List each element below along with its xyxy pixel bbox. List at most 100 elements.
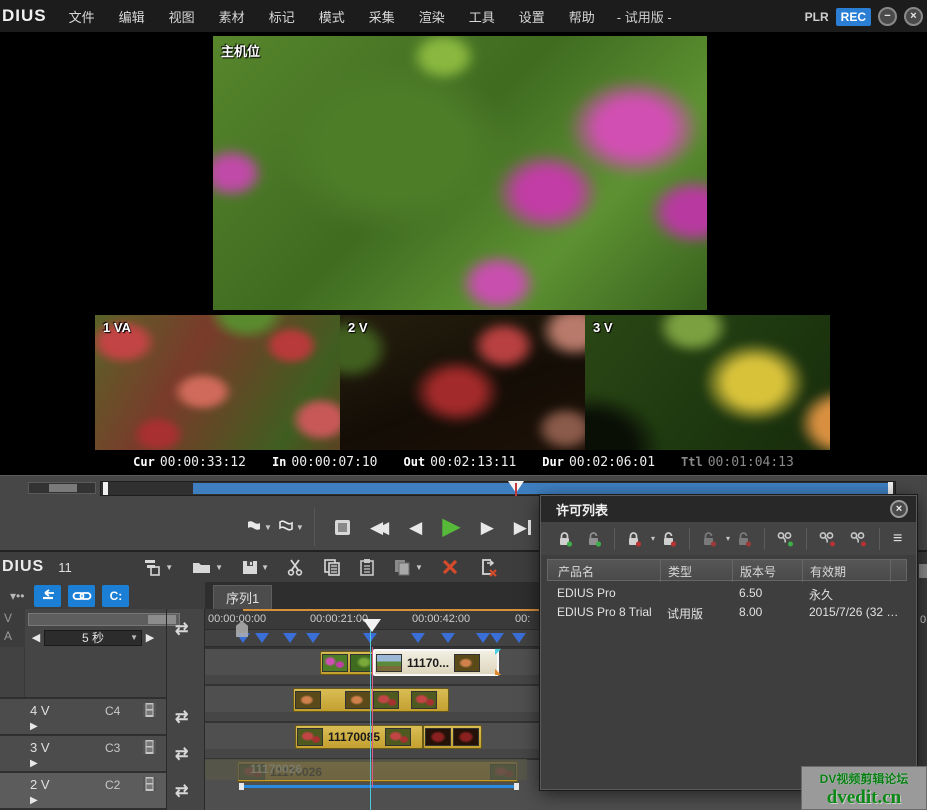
license-row-2[interactable]: EDIUS Pro 8 Trial 试用版 8.00 2015/7/26 (32… [547,603,907,622]
paste-special-button[interactable]: ▼ [393,558,423,576]
timeline-marker[interactable] [441,633,455,643]
patch-swap-icon[interactable]: ⇄ [175,707,188,727]
clip-thumbnail [376,654,402,672]
menu-settings[interactable]: 设置 [507,1,557,32]
timeline-marker[interactable] [283,633,297,643]
timeline-marker[interactable] [512,633,526,643]
column-validity[interactable]: 有效期 [810,563,846,580]
license-row-1[interactable]: EDIUS Pro 6.50 永久 [547,584,907,603]
camera-1-monitor[interactable]: 1 VA [95,315,340,450]
menu-tools[interactable]: 工具 [457,1,507,32]
menu-capture[interactable]: 采集 [357,1,407,32]
dialog-titlebar[interactable]: 许可列表 × [541,496,916,522]
unlock-green-icon[interactable] [586,531,603,547]
timeline-marker[interactable] [255,633,269,643]
menu-mode[interactable]: 模式 [307,1,357,32]
timeline-marker[interactable] [306,633,320,643]
previous-frame-button[interactable]: ◀ [409,519,422,536]
clip-2v-b[interactable] [423,725,482,749]
track-header-3v[interactable]: 3 V C3 ▶ [0,734,166,771]
clip-4v-selected[interactable]: 11170... [373,649,499,676]
track-expand-icon[interactable]: ▶ [30,758,38,769]
patch-swap-icon[interactable]: ⇄ [175,619,188,639]
video-track-icon[interactable] [143,740,156,759]
track-header-4v[interactable]: 4 V C4 ▶ [0,697,166,734]
mini-scrollbar-thumb[interactable] [49,484,77,492]
timeline-h-scrollbar[interactable] [28,613,180,626]
camera-2-monitor[interactable]: 2 V [340,315,585,450]
link-icon [72,589,92,603]
keys-red-icon[interactable] [818,531,837,547]
timeline-marker[interactable] [490,633,504,643]
lock-green-icon[interactable] [557,531,574,547]
menu-render[interactable]: 渲染 [407,1,457,32]
minimize-icon[interactable]: − [878,7,897,26]
column-version[interactable]: 版本号 [740,563,776,580]
trim-out-handle[interactable]: ◣ [495,667,501,676]
camera-3-monitor[interactable]: 3 V [585,315,830,450]
plr-mode-label[interactable]: PLR [805,10,829,24]
menu-marker[interactable]: 标记 [257,1,307,32]
patch-swap-icon[interactable]: ⇄ [175,744,188,764]
clip-4v-a[interactable] [320,651,373,675]
save-project-button[interactable]: ▼ [241,559,269,576]
paste-special-caret: ▼ [415,563,423,572]
video-track-icon[interactable] [143,777,156,796]
zoom-in-button[interactable]: ▶ [142,631,158,644]
track-expand-icon[interactable]: ▶ [30,721,38,732]
video-track-icon[interactable] [143,703,156,722]
list-view-icon[interactable]: ≡ [893,530,902,548]
zoom-out-button[interactable]: ◀ [28,631,44,644]
track-header-2v[interactable]: 2 V C2 ▶ [0,771,166,808]
ruler-tick: 00: [515,613,530,625]
unlock-red-dim-icon[interactable] [701,531,718,547]
set-in-point-button[interactable]: ▼ [246,520,272,534]
clip-3v-a[interactable] [293,688,449,712]
column-type[interactable]: 类型 [668,563,692,580]
cut-button[interactable] [287,558,305,576]
delete-button[interactable] [441,558,459,576]
menu-view[interactable]: 视图 [157,1,207,32]
patch-swap-icon[interactable]: ⇄ [175,781,188,801]
rec-mode-badge[interactable]: REC [836,8,871,26]
menu-clip[interactable]: 素材 [207,1,257,32]
keys-green-icon[interactable] [776,531,795,547]
track-expand-icon[interactable]: ▶ [30,795,38,806]
next-frame-button[interactable]: ▶ [481,519,494,536]
new-sequence-button[interactable]: ▼ [143,558,173,576]
playhead-handle[interactable] [363,619,381,632]
sync-mode-button[interactable] [68,585,95,607]
next-frame-icon: ▶ [481,519,494,536]
clip-2v-main[interactable]: 11170085 [295,725,423,749]
keys-red-icon[interactable] [849,531,868,547]
open-project-button[interactable]: ▼ [191,559,223,575]
menu-edit[interactable]: 编辑 [107,1,157,32]
menu-help[interactable]: 帮助 [557,1,607,32]
preview-mini-scrollbar[interactable] [28,482,96,494]
dialog-close-icon[interactable]: × [890,500,908,518]
unlock-red-dim-icon[interactable] [736,531,753,547]
ripple-delete-button[interactable] [477,557,499,577]
lock-red-icon[interactable] [626,531,643,547]
stop-button[interactable] [335,520,350,535]
next-edit-button[interactable]: ▶ [514,519,531,536]
timeline-marker[interactable] [411,633,425,643]
position-scrub-bar[interactable] [100,481,896,496]
close-icon[interactable]: × [904,7,923,26]
ripple-mode-button[interactable]: C: [102,585,129,607]
rewind-button[interactable]: ◀◀ [370,519,389,536]
tab-sequence-1[interactable]: 序列1 [213,585,272,609]
timeline-marker[interactable] [476,633,490,643]
audio-rubber-band[interactable] [243,785,515,788]
timescale-select[interactable]: 5 秒▼ [44,630,142,646]
play-button[interactable]: ▶ [442,515,460,539]
column-product-name[interactable]: 产品名 [558,563,594,580]
paste-button[interactable] [359,558,375,576]
copy-button[interactable] [323,558,341,576]
set-out-point-button[interactable]: ▼ [278,520,304,534]
scrub-inout-range[interactable] [193,483,891,494]
menu-file[interactable]: 文件 [57,1,107,32]
unlock-red-icon[interactable] [661,531,678,547]
trim-in-handle[interactable]: ◤ [495,647,501,656]
insert-overwrite-mode-button[interactable] [34,585,61,607]
